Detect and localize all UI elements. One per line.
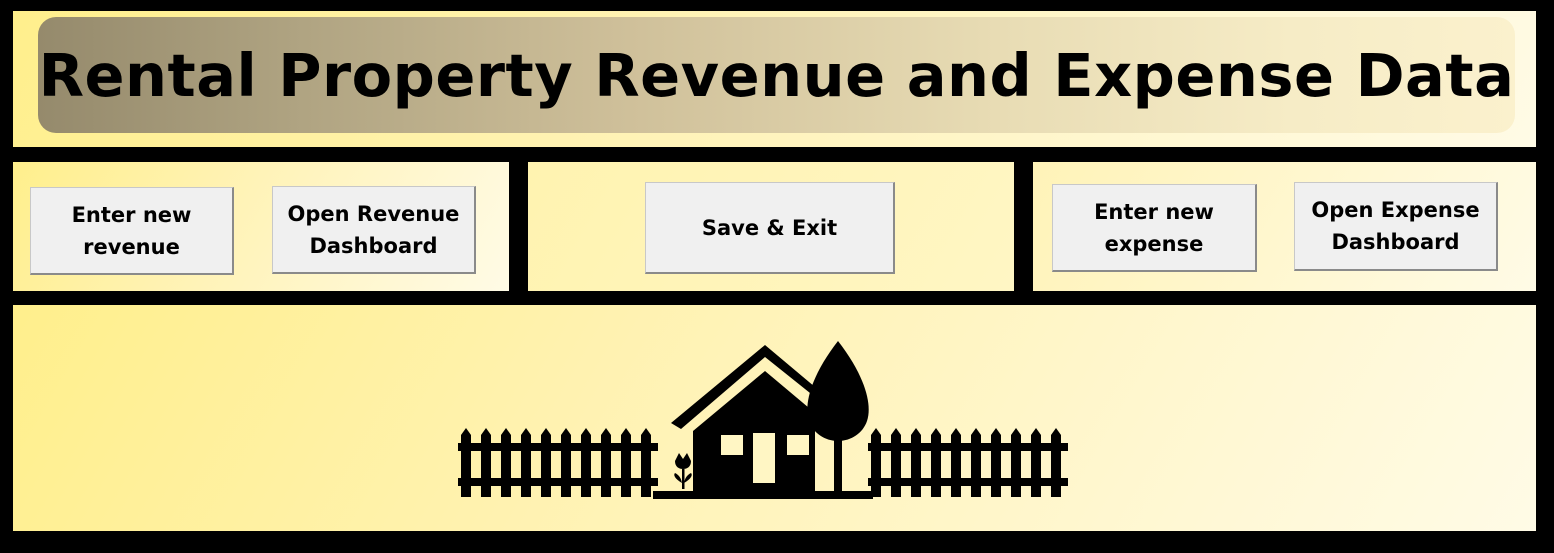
fence-picket <box>641 428 651 497</box>
enter-new-revenue-label-line2: revenue <box>83 234 180 259</box>
fence-picket <box>971 428 981 497</box>
fence-picket <box>911 428 921 497</box>
open-revenue-dashboard-button[interactable]: Open Revenue Dashboard <box>272 186 476 274</box>
open-expense-dashboard-button[interactable]: Open Expense Dashboard <box>1294 182 1498 271</box>
enter-new-expense-label-line2: expense <box>1104 231 1204 256</box>
revenue-panel: Enter new revenue Open Revenue Dashboard <box>13 162 509 291</box>
open-revenue-dashboard-label-line2: Dashboard <box>309 233 438 258</box>
save-exit-button[interactable]: Save & Exit <box>645 182 895 274</box>
house-icon <box>671 345 815 491</box>
flower-icon <box>674 453 692 489</box>
fence-picket <box>1051 428 1061 497</box>
house-with-fence-and-tree-icon <box>458 341 1068 499</box>
enter-new-revenue-button[interactable]: Enter new revenue <box>30 187 234 275</box>
fence-picket <box>501 428 511 497</box>
fence-picket <box>481 428 491 497</box>
fence-picket <box>1031 428 1041 497</box>
fence-picket <box>1011 428 1021 497</box>
fence-picket <box>891 428 901 497</box>
fence-picket <box>561 428 571 497</box>
enter-new-expense-label-line1: Enter new <box>1094 199 1214 224</box>
fence-picket <box>621 428 631 497</box>
title-banner: Rental Property Revenue and Expense Data <box>38 17 1515 133</box>
save-exit-label: Save & Exit <box>701 215 838 240</box>
open-revenue-dashboard-label-line1: Open Revenue <box>287 201 460 226</box>
fence-picket <box>541 428 551 497</box>
fence-picket <box>461 428 471 497</box>
tree-icon <box>807 341 869 493</box>
open-expense-dashboard-label-line2: Dashboard <box>1331 230 1460 254</box>
page-title: Rental Property Revenue and Expense Data <box>38 40 1515 110</box>
enter-new-revenue-label-line1: Enter new <box>71 202 192 227</box>
dashboard-frame: Rental Property Revenue and Expense Data… <box>0 0 1554 553</box>
fence-picket <box>581 428 591 497</box>
open-expense-dashboard-label-line1: Open Expense <box>1311 198 1480 222</box>
fence-picket <box>931 428 941 497</box>
fence-picket <box>521 428 531 497</box>
center-panel: Save & Exit <box>528 162 1014 291</box>
illustration-panel <box>13 305 1536 531</box>
fence-picket <box>601 428 611 497</box>
expense-panel: Enter new expense Open Expense Dashboard <box>1033 162 1536 291</box>
fence-picket <box>951 428 961 497</box>
fence-picket <box>991 428 1001 497</box>
header-panel: Rental Property Revenue and Expense Data <box>13 11 1536 147</box>
enter-new-expense-button[interactable]: Enter new expense <box>1052 184 1257 272</box>
fence-picket <box>871 428 881 497</box>
